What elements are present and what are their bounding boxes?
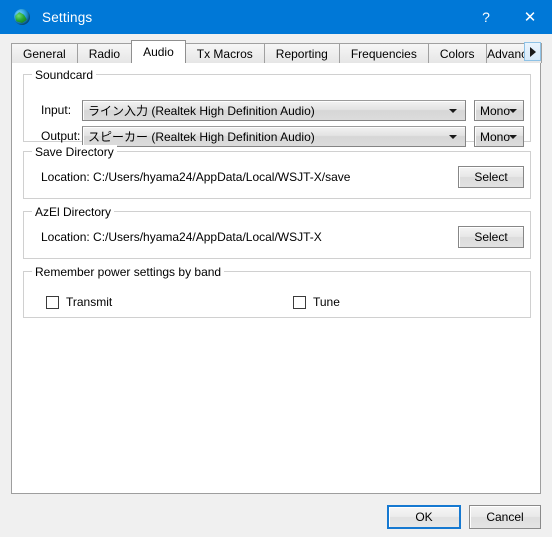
output-channel-select[interactable]: Mono [474,126,524,147]
ok-button[interactable]: OK [387,505,461,529]
power-settings-group: Remember power settings by band Transmit… [23,265,531,318]
azel-directory-legend: AzEl Directory [32,205,115,219]
output-device-select[interactable]: スピーカー (Realtek High Definition Audio) [82,126,466,147]
transmit-checkbox-label: Transmit [66,295,113,309]
chevron-down-icon [505,127,521,146]
tab-tx-macros[interactable]: Tx Macros [184,43,265,63]
soundcard-legend: Soundcard [32,68,97,82]
output-label: Output: [41,129,81,143]
title-bar: Settings ? ✕ [0,0,552,34]
input-label: Input: [41,103,72,117]
save-directory-select-button[interactable]: Select [458,166,524,188]
tab-frequencies[interactable]: Frequencies [338,43,429,63]
tab-scroll-right-button[interactable] [524,42,541,61]
input-channel-select[interactable]: Mono [474,100,524,121]
input-device-value: ライン入力 (Realtek High Definition Audio) [88,104,315,118]
chevron-down-icon [505,101,521,120]
input-device-select[interactable]: ライン入力 (Realtek High Definition Audio) [82,100,466,121]
tab-reporting[interactable]: Reporting [263,43,340,63]
tab-general[interactable]: General [11,43,78,63]
cancel-button[interactable]: Cancel [469,505,541,529]
window-title: Settings [42,9,93,25]
chevron-down-icon [445,127,461,146]
tab-colors[interactable]: Colors [427,43,487,63]
soundcard-group: Soundcard Input: ライン入力 (Realtek High Def… [23,68,531,147]
save-directory-location: Location: C:/Users/hyama24/AppData/Local… [41,170,351,184]
checkbox-box-icon [293,295,306,309]
azel-directory-select-button[interactable]: Select [458,226,524,248]
globe-icon [14,9,30,25]
audio-tab-panel: Soundcard Input: ライン入力 (Realtek High Def… [11,62,541,494]
tune-checkbox[interactable]: Tune [293,295,340,309]
tune-checkbox-label: Tune [313,295,340,309]
output-device-value: スピーカー (Realtek High Definition Audio) [88,130,315,144]
tab-radio[interactable]: Radio [76,43,133,63]
close-button[interactable]: ✕ [508,0,552,34]
power-settings-legend: Remember power settings by band [32,265,225,279]
transmit-checkbox[interactable]: Transmit [46,295,112,309]
chevron-right-icon [529,46,536,57]
tab-bar: General Radio Audio Tx Macros Reporting … [11,40,542,63]
save-directory-group: Save Directory Location: C:/Users/hyama2… [23,145,531,199]
title-bar-buttons: ? ✕ [464,0,552,34]
chevron-down-icon [445,101,461,120]
help-button[interactable]: ? [464,0,508,34]
checkbox-box-icon [46,295,59,309]
azel-directory-group: AzEl Directory Location: C:/Users/hyama2… [23,205,531,259]
save-directory-legend: Save Directory [32,145,117,159]
settings-dialog: Settings ? ✕ General Radio Audio Tx Macr… [0,0,552,537]
azel-directory-location: Location: C:/Users/hyama24/AppData/Local… [41,230,322,244]
tab-audio[interactable]: Audio [131,40,186,63]
